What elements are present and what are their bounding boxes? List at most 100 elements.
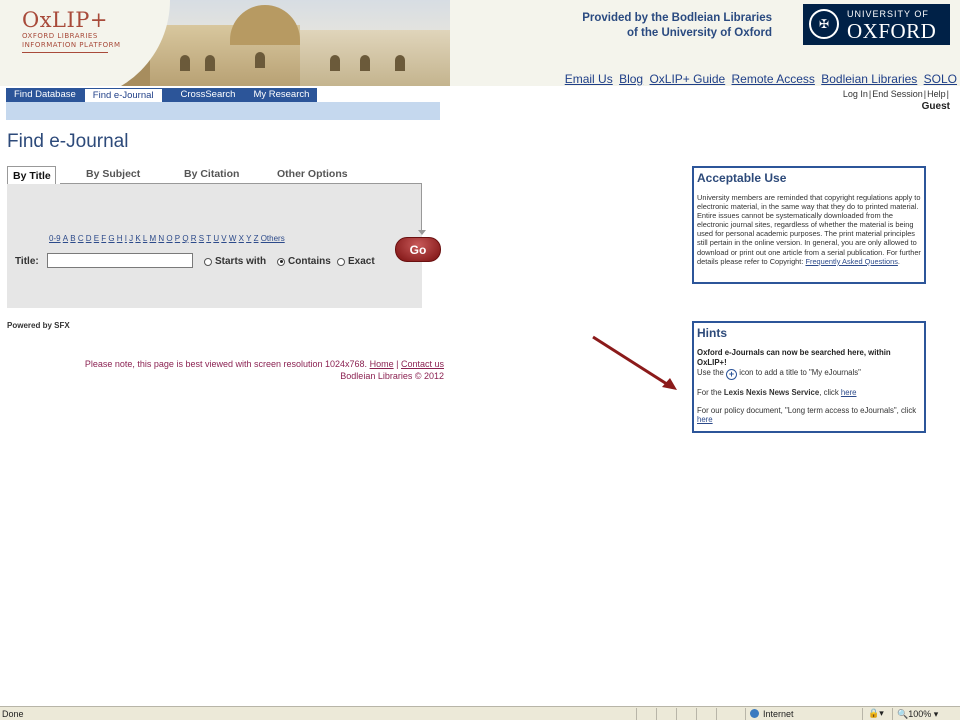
acceptable-use-title: Acceptable Use	[697, 171, 787, 185]
email-us-link[interactable]: Email Us	[565, 72, 613, 86]
alpha-link-v[interactable]: V	[221, 234, 226, 243]
zoom-control[interactable]: 🔍100% ▾	[897, 709, 938, 720]
lexis-here-link[interactable]: here	[841, 388, 857, 397]
alpha-link-g[interactable]: G	[108, 234, 114, 243]
radio-contains-label: Contains	[288, 256, 331, 267]
alpha-link-d[interactable]: D	[86, 234, 92, 243]
radio-exact[interactable]: Exact	[337, 256, 375, 267]
tab-by-citation[interactable]: By Citation	[184, 168, 239, 180]
alpha-link-n[interactable]: N	[158, 234, 164, 243]
tab-find-ejournal[interactable]: Find e-Journal	[83, 88, 163, 102]
alpha-link-e[interactable]: E	[94, 234, 99, 243]
login-link[interactable]: Log In	[843, 89, 868, 99]
bodleian-libraries-link[interactable]: Bodleian Libraries	[821, 72, 917, 86]
oxford-logo-university: UNIVERSITY OF	[847, 9, 929, 19]
oxford-logo-name: OXFORD	[847, 19, 937, 43]
home-link[interactable]: Home	[370, 359, 394, 369]
annotation-arrow-icon	[592, 335, 677, 390]
session-links: Log In|End Session|Help|	[842, 89, 949, 99]
alpha-link-m[interactable]: M	[150, 234, 157, 243]
contact-us-link[interactable]: Contact us	[401, 359, 444, 369]
globe-icon	[750, 709, 759, 718]
alphabet-links: 0-9 A B C D E F G H I J K L M N O P Q R S T U V W X Y Z Others	[49, 234, 287, 243]
alpha-link-f[interactable]: F	[101, 234, 106, 243]
title-search-input[interactable]	[47, 253, 193, 268]
tab-by-title[interactable]: By Title	[7, 166, 56, 184]
help-link[interactable]: Help	[927, 89, 946, 99]
resolution-note: Please note, this page is best viewed wi…	[84, 359, 368, 369]
go-button[interactable]: Go	[395, 237, 441, 262]
alpha-link-x[interactable]: X	[239, 234, 244, 243]
logo-title: OxLIP+	[22, 8, 109, 32]
policy-here-link[interactable]: here	[697, 415, 713, 424]
university-of-oxford-logo[interactable]: ✠ UNIVERSITY OF OXFORD	[803, 4, 950, 45]
alpha-link-i[interactable]: I	[125, 234, 127, 243]
hints-lexis-prefix: For the	[697, 388, 722, 397]
alpha-link-l[interactable]: L	[143, 234, 147, 243]
logo-underline	[22, 52, 108, 53]
alpha-link-j[interactable]: J	[129, 234, 133, 243]
acceptable-use-box: Acceptable Use University members are re…	[692, 166, 926, 284]
oxlip-guide-link[interactable]: OxLIP+ Guide	[649, 72, 725, 86]
provided-by-text: Provided by the Bodleian Libraries of th…	[560, 11, 772, 41]
top-links: Email Us Blog OxLIP+ Guide Remote Access…	[562, 72, 957, 86]
tab-my-research[interactable]: My Research	[245, 88, 318, 102]
alpha-link-y[interactable]: Y	[246, 234, 251, 243]
provided-line-2: of the University of Oxford	[626, 27, 772, 39]
alpha-link-o[interactable]: O	[166, 234, 172, 243]
alpha-link-u[interactable]: U	[213, 234, 219, 243]
user-name: Guest	[921, 101, 950, 112]
oxford-seal-icon: ✠	[809, 9, 839, 39]
radio-starts-with[interactable]: Starts with	[204, 256, 266, 267]
footer-separator: |	[396, 359, 399, 369]
alpha-link-w[interactable]: W	[229, 234, 237, 243]
alpha-link-a[interactable]: A	[63, 234, 68, 243]
alpha-link-0-9[interactable]: 0-9	[49, 234, 61, 243]
oxlip-logo[interactable]: OxLIP+ OXFORD LIBRARIES INFORMATION PLAT…	[22, 8, 121, 53]
end-session-link[interactable]: End Session	[872, 89, 923, 99]
acceptable-use-body: University members are reminded that cop…	[697, 193, 921, 266]
tab-find-database[interactable]: Find Database	[6, 88, 84, 102]
alpha-link-t[interactable]: T	[206, 234, 211, 243]
search-panel	[7, 184, 422, 308]
tab-crosssearch[interactable]: CrossSearch	[162, 88, 246, 102]
search-tabs: By Title By Subject By Citation Other Op…	[7, 166, 422, 184]
alpha-link-q[interactable]: Q	[182, 234, 188, 243]
hints-use-prefix: Use the	[697, 368, 724, 377]
radio-starts-with-label: Starts with	[215, 256, 267, 267]
hints-lexis: For the Lexis Nexis News Service, click …	[697, 388, 921, 398]
hints-lexis-mid: , click	[819, 388, 839, 397]
hints-use-suffix: icon to add a title to "My eJournals"	[739, 368, 861, 377]
site-header: OxLIP+ OXFORD LIBRARIES INFORMATION PLAT…	[0, 0, 960, 86]
tab-by-subject[interactable]: By Subject	[86, 168, 140, 180]
footer-note: Please note, this page is best viewed wi…	[30, 358, 444, 382]
blog-link[interactable]: Blog	[619, 72, 643, 86]
alpha-link-p[interactable]: P	[175, 234, 180, 243]
alpha-link-k[interactable]: K	[135, 234, 140, 243]
tab-connector-line	[421, 183, 422, 233]
radio-contains[interactable]: Contains	[277, 256, 331, 267]
add-plus-icon: +	[726, 369, 738, 380]
alpha-link-c[interactable]: C	[78, 234, 84, 243]
solo-link[interactable]: SOLO	[924, 72, 957, 86]
tab-other-options[interactable]: Other Options	[277, 168, 348, 180]
acceptable-use-text: University members are reminded that cop…	[697, 193, 921, 266]
alpha-link-b[interactable]: B	[70, 234, 75, 243]
alpha-link-h[interactable]: H	[117, 234, 123, 243]
alpha-link-s[interactable]: S	[199, 234, 204, 243]
security-zone: Internet	[750, 709, 794, 719]
radio-dot-icon	[337, 257, 345, 266]
hints-policy-text: For our policy document, "Long term acce…	[697, 405, 917, 415]
logo-subtitle-2: INFORMATION PLATFORM	[22, 41, 121, 49]
alpha-link-r[interactable]: R	[191, 234, 197, 243]
alpha-link-z[interactable]: Z	[254, 234, 259, 243]
tab-connector-arrow-icon	[418, 230, 426, 235]
alpha-link-others[interactable]: Others	[261, 234, 285, 243]
protected-mode-icon[interactable]: 🔒▾	[868, 708, 884, 719]
radio-dot-icon	[204, 257, 212, 266]
subnav-bar	[6, 102, 440, 120]
zone-label: Internet	[763, 709, 794, 719]
remote-access-link[interactable]: Remote Access	[732, 72, 815, 86]
faq-link[interactable]: Frequently Asked Questions	[805, 257, 897, 266]
main-nav: Find Database Find e-Journal CrossSearch…	[6, 88, 318, 102]
